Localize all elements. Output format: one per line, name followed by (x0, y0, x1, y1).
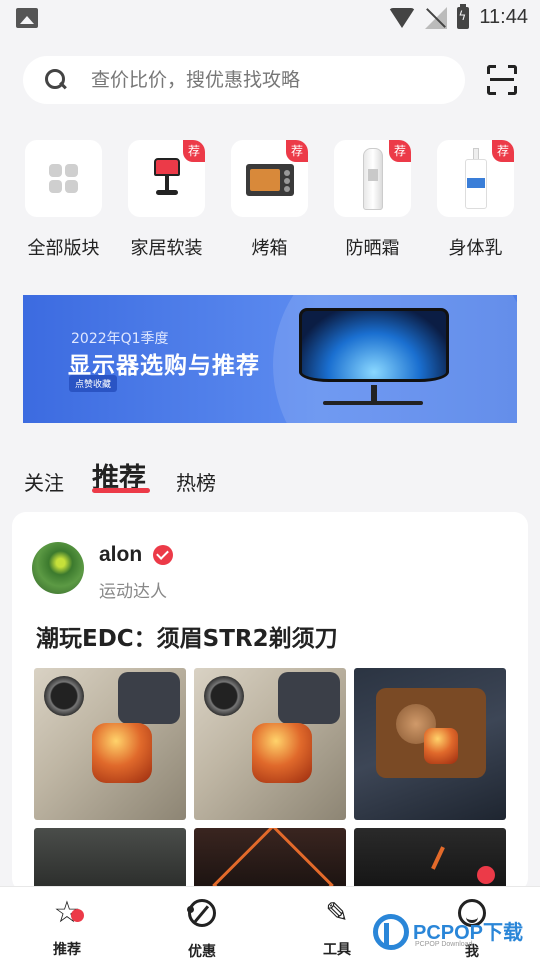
category-tile: 荐 (334, 140, 411, 217)
post-image[interactable] (194, 668, 346, 820)
search-input[interactable] (91, 69, 431, 91)
star-icon: ☆ (53, 895, 81, 930)
banner-tag: 点赞收藏 (69, 375, 118, 392)
post-image[interactable] (34, 668, 186, 820)
recommend-badge: 荐 (492, 140, 514, 162)
post-image[interactable] (34, 828, 186, 892)
watermark: PCPOP下载 PCPOP Download (373, 912, 539, 958)
category-label: 身体乳 (448, 238, 503, 259)
nav-deals[interactable]: 优惠 (167, 897, 237, 960)
scan-icon-corner (508, 65, 517, 74)
status-indicators: 11:44 (389, 3, 528, 29)
lamp-icon (150, 156, 184, 200)
category-sunscreen[interactable]: 荐 防晒霜 (321, 140, 424, 260)
recommend-badge: 荐 (286, 140, 308, 162)
search-icon (45, 69, 67, 91)
category-tile: 荐 (437, 140, 514, 217)
recommend-badge: 荐 (183, 140, 205, 162)
scan-icon-line (490, 78, 514, 81)
category-body-lotion[interactable]: 荐 身体乳 (424, 140, 527, 260)
avatar[interactable] (32, 542, 84, 594)
scan-icon-corner (508, 86, 517, 95)
category-label: 烤箱 (251, 238, 288, 259)
monitor-foot (323, 401, 423, 405)
category-home-decor[interactable]: 荐 家居软装 (115, 140, 218, 260)
scan-icon-corner (487, 86, 496, 95)
grid-icon (49, 164, 79, 194)
search-bar[interactable] (23, 56, 465, 104)
wrench-icon: ✎ (325, 896, 349, 929)
recommend-badge: 荐 (389, 140, 411, 162)
no-signal-icon (425, 6, 448, 29)
category-label: 防晒霜 (345, 238, 400, 259)
user-title: 运动达人 (99, 582, 167, 602)
watermark-logo-icon (373, 914, 409, 950)
notification-dot (477, 866, 495, 884)
sunscreen-tube-icon (363, 148, 383, 210)
scan-icon (487, 65, 496, 74)
category-tile (25, 140, 102, 217)
nav-label: 优惠 (188, 944, 216, 960)
category-tile: 荐 (128, 140, 205, 217)
nav-label: 工具 (323, 942, 351, 958)
status-bar: 11:44 (0, 0, 540, 38)
tab-hot[interactable]: 热榜 (176, 467, 216, 496)
scan-button[interactable] (487, 65, 517, 95)
category-row: 全部版块 荐 家居软装 荐 烤箱 荐 防晒霜 荐 身体乳 (0, 140, 540, 270)
category-tile: 荐 (231, 140, 308, 217)
monitor-image (299, 308, 449, 382)
post-image[interactable] (194, 828, 346, 892)
tab-follow[interactable]: 关注 (24, 467, 64, 496)
gallery-notification-icon (16, 8, 38, 28)
battery-charging-icon (457, 3, 470, 29)
post-title[interactable]: 潮玩EDC：须眉STR2剃须刀 (36, 619, 338, 653)
verified-icon (153, 545, 173, 565)
deal-icon (186, 899, 218, 931)
post-image[interactable] (354, 668, 506, 820)
nav-tools[interactable]: ✎ 工具 (302, 897, 372, 959)
active-tab-indicator (92, 488, 150, 493)
feed-post-card[interactable]: alon 运动达人 潮玩EDC：须眉STR2剃须刀 (12, 512, 528, 892)
nav-label: 推荐 (53, 942, 81, 958)
category-label: 家居软装 (130, 238, 203, 259)
category-oven[interactable]: 荐 烤箱 (218, 140, 321, 260)
status-clock: 11:44 (479, 6, 528, 28)
category-label: 全部版块 (27, 238, 100, 259)
nav-recommend[interactable]: ☆ 推荐 (32, 897, 102, 959)
wifi-icon (389, 7, 416, 28)
lotion-bottle-icon (463, 148, 489, 210)
banner-subtitle: 2022年Q1季度 (71, 331, 169, 347)
category-all[interactable]: 全部版块 (12, 140, 115, 260)
oven-icon (246, 164, 294, 196)
watermark-subtext: PCPOP Download (415, 941, 473, 948)
username[interactable]: alon (99, 543, 142, 567)
promo-banner[interactable]: 2022年Q1季度 显示器选购与推荐 点赞收藏 (23, 295, 517, 423)
